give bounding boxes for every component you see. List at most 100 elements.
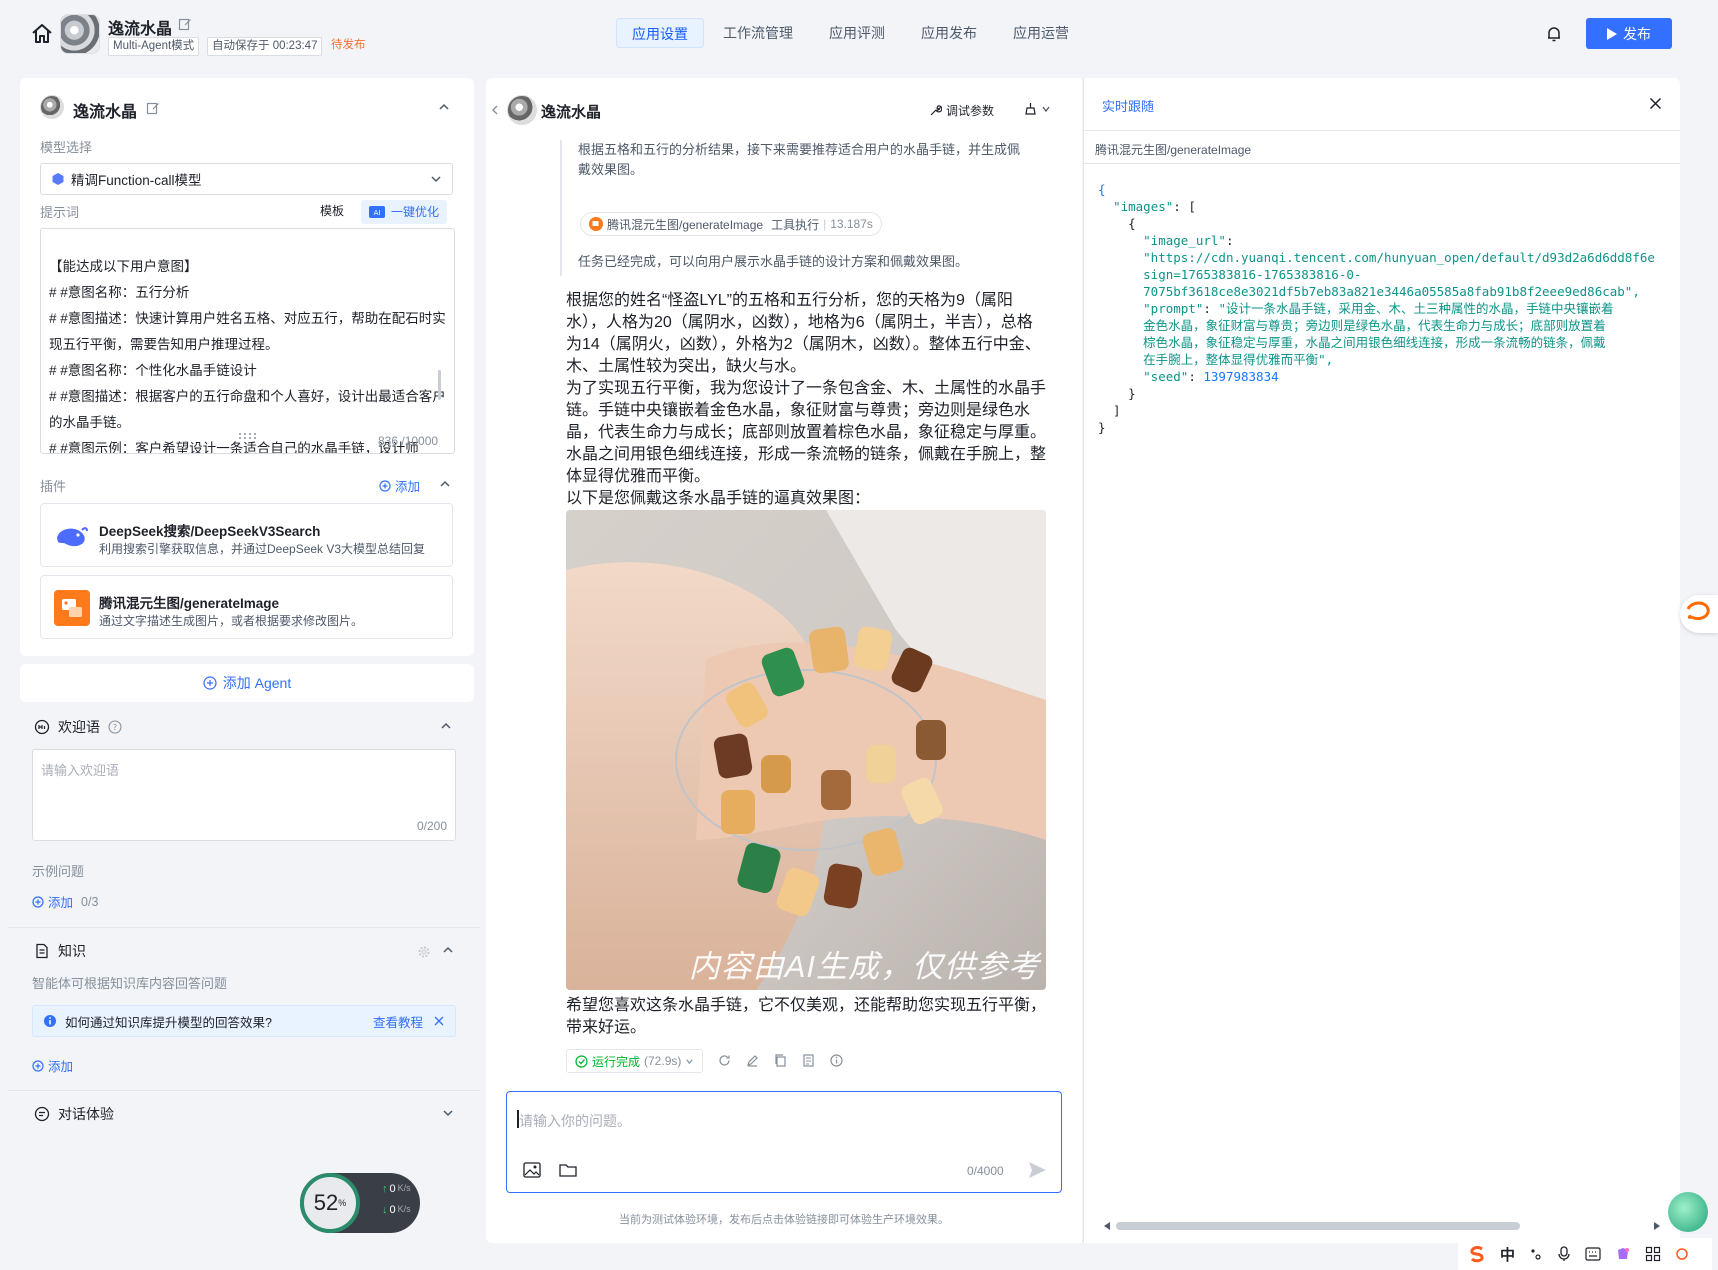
- prompt-scrollbar[interactable]: [438, 370, 441, 400]
- welcome-textarea[interactable]: 请输入欢迎语 0/200: [32, 749, 456, 841]
- edit-icon[interactable]: [745, 1053, 760, 1068]
- trace-title[interactable]: 实时跟随: [1102, 96, 1154, 115]
- agent-name: 逸流水晶: [73, 104, 138, 121]
- folder-icon[interactable]: [559, 1162, 577, 1178]
- knowledge-section-header[interactable]: 知识: [34, 941, 86, 961]
- chevron-up-icon[interactable]: [438, 101, 450, 113]
- clear-dropdown[interactable]: [1024, 102, 1051, 115]
- welcome-counter: 0/200: [416, 819, 447, 833]
- run-status-badge[interactable]: 运行完成 (72.9s): [566, 1049, 704, 1073]
- edit-icon[interactable]: [146, 101, 160, 115]
- plugin-title: 腾讯混元生图/generateImage: [99, 596, 280, 611]
- image-upload-icon[interactable]: [523, 1162, 541, 1178]
- copy-icon[interactable]: [773, 1053, 788, 1068]
- chevron-down-icon: [686, 1058, 694, 1064]
- add-agent-label: 添加 Agent: [222, 675, 292, 691]
- scroll-left-icon[interactable]: [1104, 1222, 1112, 1230]
- microphone-icon[interactable]: [1557, 1246, 1571, 1262]
- close-icon[interactable]: [433, 1015, 445, 1027]
- help-icon[interactable]: ?: [108, 720, 122, 734]
- skin-icon[interactable]: [1615, 1246, 1631, 1262]
- ime-language[interactable]: 中: [1500, 1244, 1515, 1265]
- sogou-logo-icon[interactable]: [1468, 1245, 1486, 1263]
- info-icon[interactable]: [829, 1053, 844, 1068]
- deepseek-whale-icon: [54, 520, 88, 554]
- refresh-icon[interactable]: [717, 1053, 732, 1068]
- punctuation-icon[interactable]: [1529, 1247, 1543, 1261]
- tab-release[interactable]: 应用发布: [906, 18, 992, 48]
- grid-menu-icon[interactable]: [1645, 1246, 1661, 1262]
- plugin-card-generate-image[interactable]: 腾讯混元生图/generateImage 通过文字描述生成图片，或者根据要求修改…: [40, 575, 453, 639]
- knowledge-title: 知识: [58, 943, 86, 959]
- trace-tool-name: 腾讯混元生图/generateImage: [1095, 143, 1252, 157]
- dialog-title: 对话体验: [58, 1106, 114, 1122]
- edit-icon[interactable]: [178, 17, 192, 31]
- knowledge-tip-bar: 如何通过知识库提升模型的回答效果? 查看教程: [32, 1005, 456, 1037]
- tool-execution-chip[interactable]: 腾讯混元生图/generateImage 工具执行 | 13.187s: [580, 212, 882, 236]
- side-widget-1688[interactable]: [1680, 595, 1718, 633]
- publish-button[interactable]: 发布: [1586, 18, 1672, 49]
- prompt-line: # #意图名称：个性化水晶手链设计: [49, 363, 257, 378]
- model-value: 精调Function-call模型: [71, 173, 202, 188]
- notes-icon[interactable]: [801, 1053, 816, 1068]
- chat-input-placeholder: 请输入你的问题。: [519, 1113, 631, 1129]
- prompt-counter: 836 /10000: [378, 434, 439, 448]
- tool-time: 13.187s: [830, 217, 873, 231]
- generated-bracelet-image[interactable]: 内容由AI生成，仅供参考: [566, 510, 1046, 990]
- horizontal-scrollbar[interactable]: [1116, 1222, 1520, 1230]
- plugin-add-button[interactable]: 添加: [379, 476, 420, 495]
- tab-operation[interactable]: 应用运营: [998, 18, 1084, 48]
- divider: [8, 1090, 480, 1091]
- task-done-text: 任务已经完成，可以向用户展示水晶手链的设计方案和佩戴效果图。: [578, 254, 969, 269]
- keyboard-icon[interactable]: [1585, 1247, 1601, 1261]
- knowledge-add-button[interactable]: 添加: [32, 1056, 73, 1075]
- answer-paragraph: 以下是您佩戴这条水晶手链的逼真效果图：: [566, 490, 871, 507]
- extra-tool-icon[interactable]: [1675, 1247, 1689, 1261]
- chevron-up-icon[interactable]: [440, 720, 452, 732]
- assistant-float-icon[interactable]: [1668, 1192, 1708, 1232]
- answer-paragraph: 根据您的姓名“怪盗LYL”的五格和五行分析，您的天格为9（属阳水），人格为20（…: [566, 292, 1041, 375]
- chevron-up-icon[interactable]: [442, 944, 454, 956]
- dialog-section-header[interactable]: 对话体验: [34, 1104, 114, 1124]
- json-value: "https://cdn.yuanqi.tencent.com/hunyuan_…: [1143, 250, 1655, 265]
- tutorial-link[interactable]: 查看教程: [373, 1012, 423, 1031]
- plugin-label: 插件: [40, 479, 67, 494]
- tab-evaluation[interactable]: 应用评测: [814, 18, 900, 48]
- chevron-up-icon[interactable]: [439, 478, 451, 490]
- bell-icon[interactable]: [1545, 25, 1563, 43]
- example-add-label: 添加: [48, 896, 74, 910]
- download-speed: ↓ 0 K/s: [382, 1204, 411, 1216]
- prompt-textarea[interactable]: 【能达成以下用户意图】 # #意图名称：五行分析 # #意图描述：快速计算用户姓…: [40, 228, 455, 454]
- debug-params-button[interactable]: 调试参数: [929, 102, 994, 119]
- image-gen-icon: [54, 590, 90, 626]
- home-icon[interactable]: [30, 22, 54, 46]
- model-select[interactable]: 精调Function-call模型: [40, 163, 453, 195]
- gear-icon[interactable]: [417, 945, 431, 959]
- resize-handle-icon[interactable]: [236, 432, 260, 440]
- chevron-down-icon: [431, 176, 441, 183]
- svg-text:AI: AI: [374, 209, 381, 217]
- chevron-down-icon[interactable]: [442, 1107, 454, 1119]
- example-add-button[interactable]: 添加 0/3: [32, 892, 98, 911]
- ime-toolbar: 中: [1458, 1238, 1712, 1270]
- chevron-left-icon[interactable]: [490, 104, 500, 116]
- plugin-card-deepseek[interactable]: DeepSeek搜索/DeepSeekV3Search 利用搜索引擎获取信息，并…: [40, 503, 453, 567]
- optimize-button[interactable]: AI 一键优化: [361, 200, 448, 224]
- plugin-desc: 通过文字描述生成图片，或者根据要求修改图片。: [99, 614, 364, 628]
- template-button[interactable]: 模板: [312, 200, 352, 224]
- memory-percent: 52: [313, 1190, 339, 1215]
- tab-app-settings[interactable]: 应用设置: [616, 18, 704, 48]
- chat-icon: [34, 1106, 50, 1122]
- scroll-right-icon[interactable]: [1652, 1222, 1660, 1230]
- message-actions: [717, 1053, 844, 1068]
- tab-workflow[interactable]: 工作流管理: [708, 18, 808, 48]
- add-agent-button[interactable]: 添加 Agent: [20, 664, 474, 702]
- add-circle-icon: [32, 895, 44, 908]
- chat-input-box[interactable]: 请输入你的问题。 0/4000: [506, 1091, 1062, 1193]
- close-icon[interactable]: [1649, 97, 1662, 110]
- info-icon: [44, 1015, 56, 1027]
- send-icon[interactable]: [1027, 1160, 1047, 1180]
- welcome-section-header[interactable]: 欢迎语 ?: [34, 717, 122, 737]
- debug-params-label: 调试参数: [946, 104, 995, 118]
- json-value: sign=1765383816-1765383816-0-: [1143, 267, 1362, 282]
